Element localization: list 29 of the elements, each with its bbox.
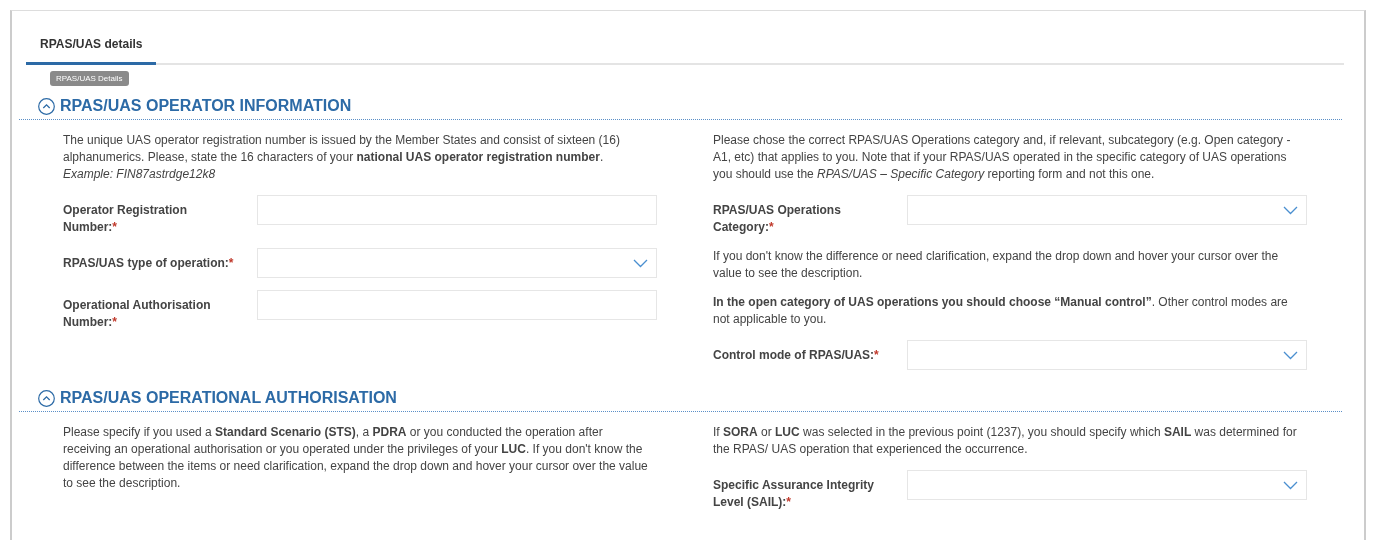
instruction-text: If SORA or LUC was selected in the previous point (1237), you should specify which SAIL was determined for the RPAS/ UAS operation that experienced the occurrence. — [713, 424, 1298, 458]
field-label: Control mode of RPAS/UAS:* — [713, 347, 880, 364]
dropdown-field[interactable] — [907, 195, 1307, 225]
instruction-text: Please specify if you used a Standard Scenario (STS), a PDRA or you conducted the operation after receiving an operational authorisation or you operated under the privileges of your LUC. If you don't know the difference between the items or need clarification, expand the drop down and hover your cursor over the value to see the description. — [63, 424, 649, 492]
example-text: Example: FIN87astrdge12k8 — [63, 166, 217, 183]
tooltip-label: RPAS/UAS Details — [50, 71, 129, 86]
collapse-icon[interactable] — [38, 389, 55, 407]
dropdown-field[interactable] — [257, 248, 657, 278]
instruction-text: The unique UAS operator registration number is issued by the Member States and consist of sixteen (16) alphanumerics. Please, state the 16 characters of your national UAS operator registration number. — [63, 132, 621, 166]
field-label: Operational Authorisation Number:* — [63, 297, 212, 331]
field-label: RPAS/UAS Operations Category:* — [713, 202, 842, 236]
input-field[interactable] — [257, 290, 657, 320]
section-title: RPAS/UAS OPERATOR INFORMATION — [60, 96, 352, 116]
chevron-down-icon — [1283, 350, 1298, 360]
chevron-down-icon — [1283, 205, 1298, 215]
field-label: Operator Registration Number:* — [63, 202, 189, 236]
tab[interactable]: RPAS/UAS details — [26, 28, 157, 65]
chevron-down-icon — [1283, 480, 1298, 490]
instruction-text: In the open category of UAS operations you should choose “Manual control”. Other control modes are not applicable to you. — [713, 294, 1289, 328]
input-field[interactable] — [257, 195, 657, 225]
dropdown-field[interactable] — [907, 470, 1307, 500]
instruction-text: If you don't know the difference or need clarification, expand the drop down and hover your cursor over the value to see the description. — [713, 248, 1280, 282]
dropdown-field[interactable] — [907, 340, 1307, 370]
collapse-icon[interactable] — [38, 97, 55, 115]
field-label: Specific Assurance Integrity Level (SAIL):* — [713, 477, 875, 511]
field-label: RPAS/UAS type of operation:* — [63, 255, 235, 272]
chevron-down-icon — [633, 258, 648, 268]
section-title: RPAS/UAS OPERATIONAL AUTHORISATION — [60, 388, 397, 408]
instruction-text: Please chose the correct RPAS/UAS Operations category and, if relevant, subcategory (e.g. Open category - A1, etc) that applies to you. Note that if your RPAS/UAS operated in the specific category of UAS operations you should use the RPAS/UAS – Specific Category reporting form and not this one. — [713, 132, 1292, 183]
